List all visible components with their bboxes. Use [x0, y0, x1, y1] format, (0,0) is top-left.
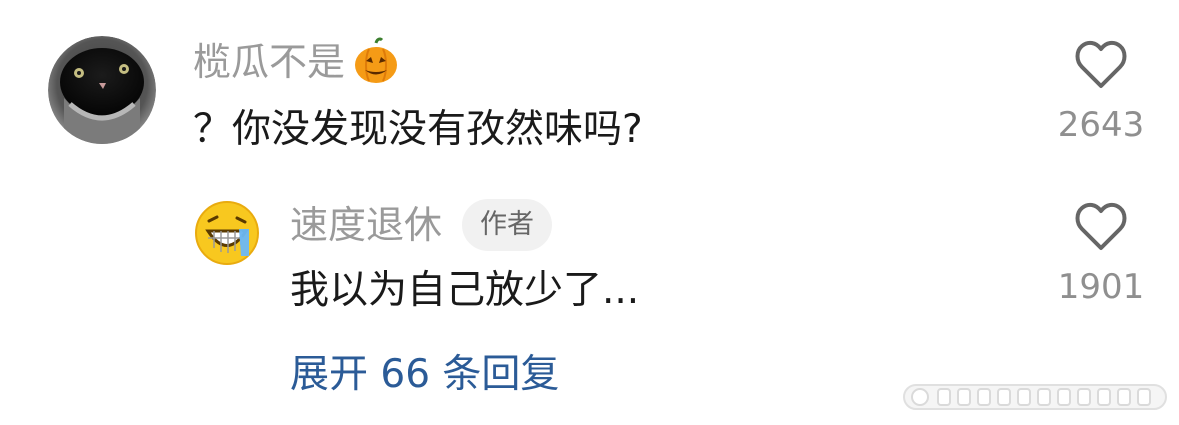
- like-count: 2643: [1057, 105, 1145, 145]
- comment-author[interactable]: 榄瓜不是: [193, 37, 401, 86]
- author-badge: 作者: [462, 199, 553, 251]
- laughing-crying-emoji-icon: [195, 201, 259, 265]
- like-count: 1901: [1057, 267, 1145, 307]
- reply-author-name[interactable]: 速度退休: [290, 201, 442, 249]
- reply-text: 我以为自己放少了...: [290, 268, 640, 313]
- author-avatar[interactable]: [192, 198, 262, 268]
- comment-like-button[interactable]: 2643: [1041, 40, 1161, 146]
- pumpkin-icon: [355, 37, 398, 83]
- expand-replies-link[interactable]: 展开 66 条回复: [290, 349, 559, 401]
- comment-author-name[interactable]: 榄瓜不是: [193, 38, 345, 86]
- watermark-logo: [903, 384, 1167, 410]
- comment-text: ？你没发现没有孜然味吗?: [193, 107, 643, 152]
- cat-avatar-image: [48, 36, 156, 144]
- reply-header: 速度退休 作者: [290, 199, 553, 251]
- user-avatar[interactable]: [48, 36, 156, 144]
- heart-outline-icon[interactable]: [1074, 202, 1128, 252]
- reply-like-button[interactable]: 1901: [1041, 202, 1161, 308]
- comment-thread: 榄瓜不是 ？你没发现没有孜然味吗? 2643 速度退休 作者 我以为自己放少了.…: [0, 0, 1179, 425]
- heart-outline-icon[interactable]: [1074, 40, 1128, 90]
